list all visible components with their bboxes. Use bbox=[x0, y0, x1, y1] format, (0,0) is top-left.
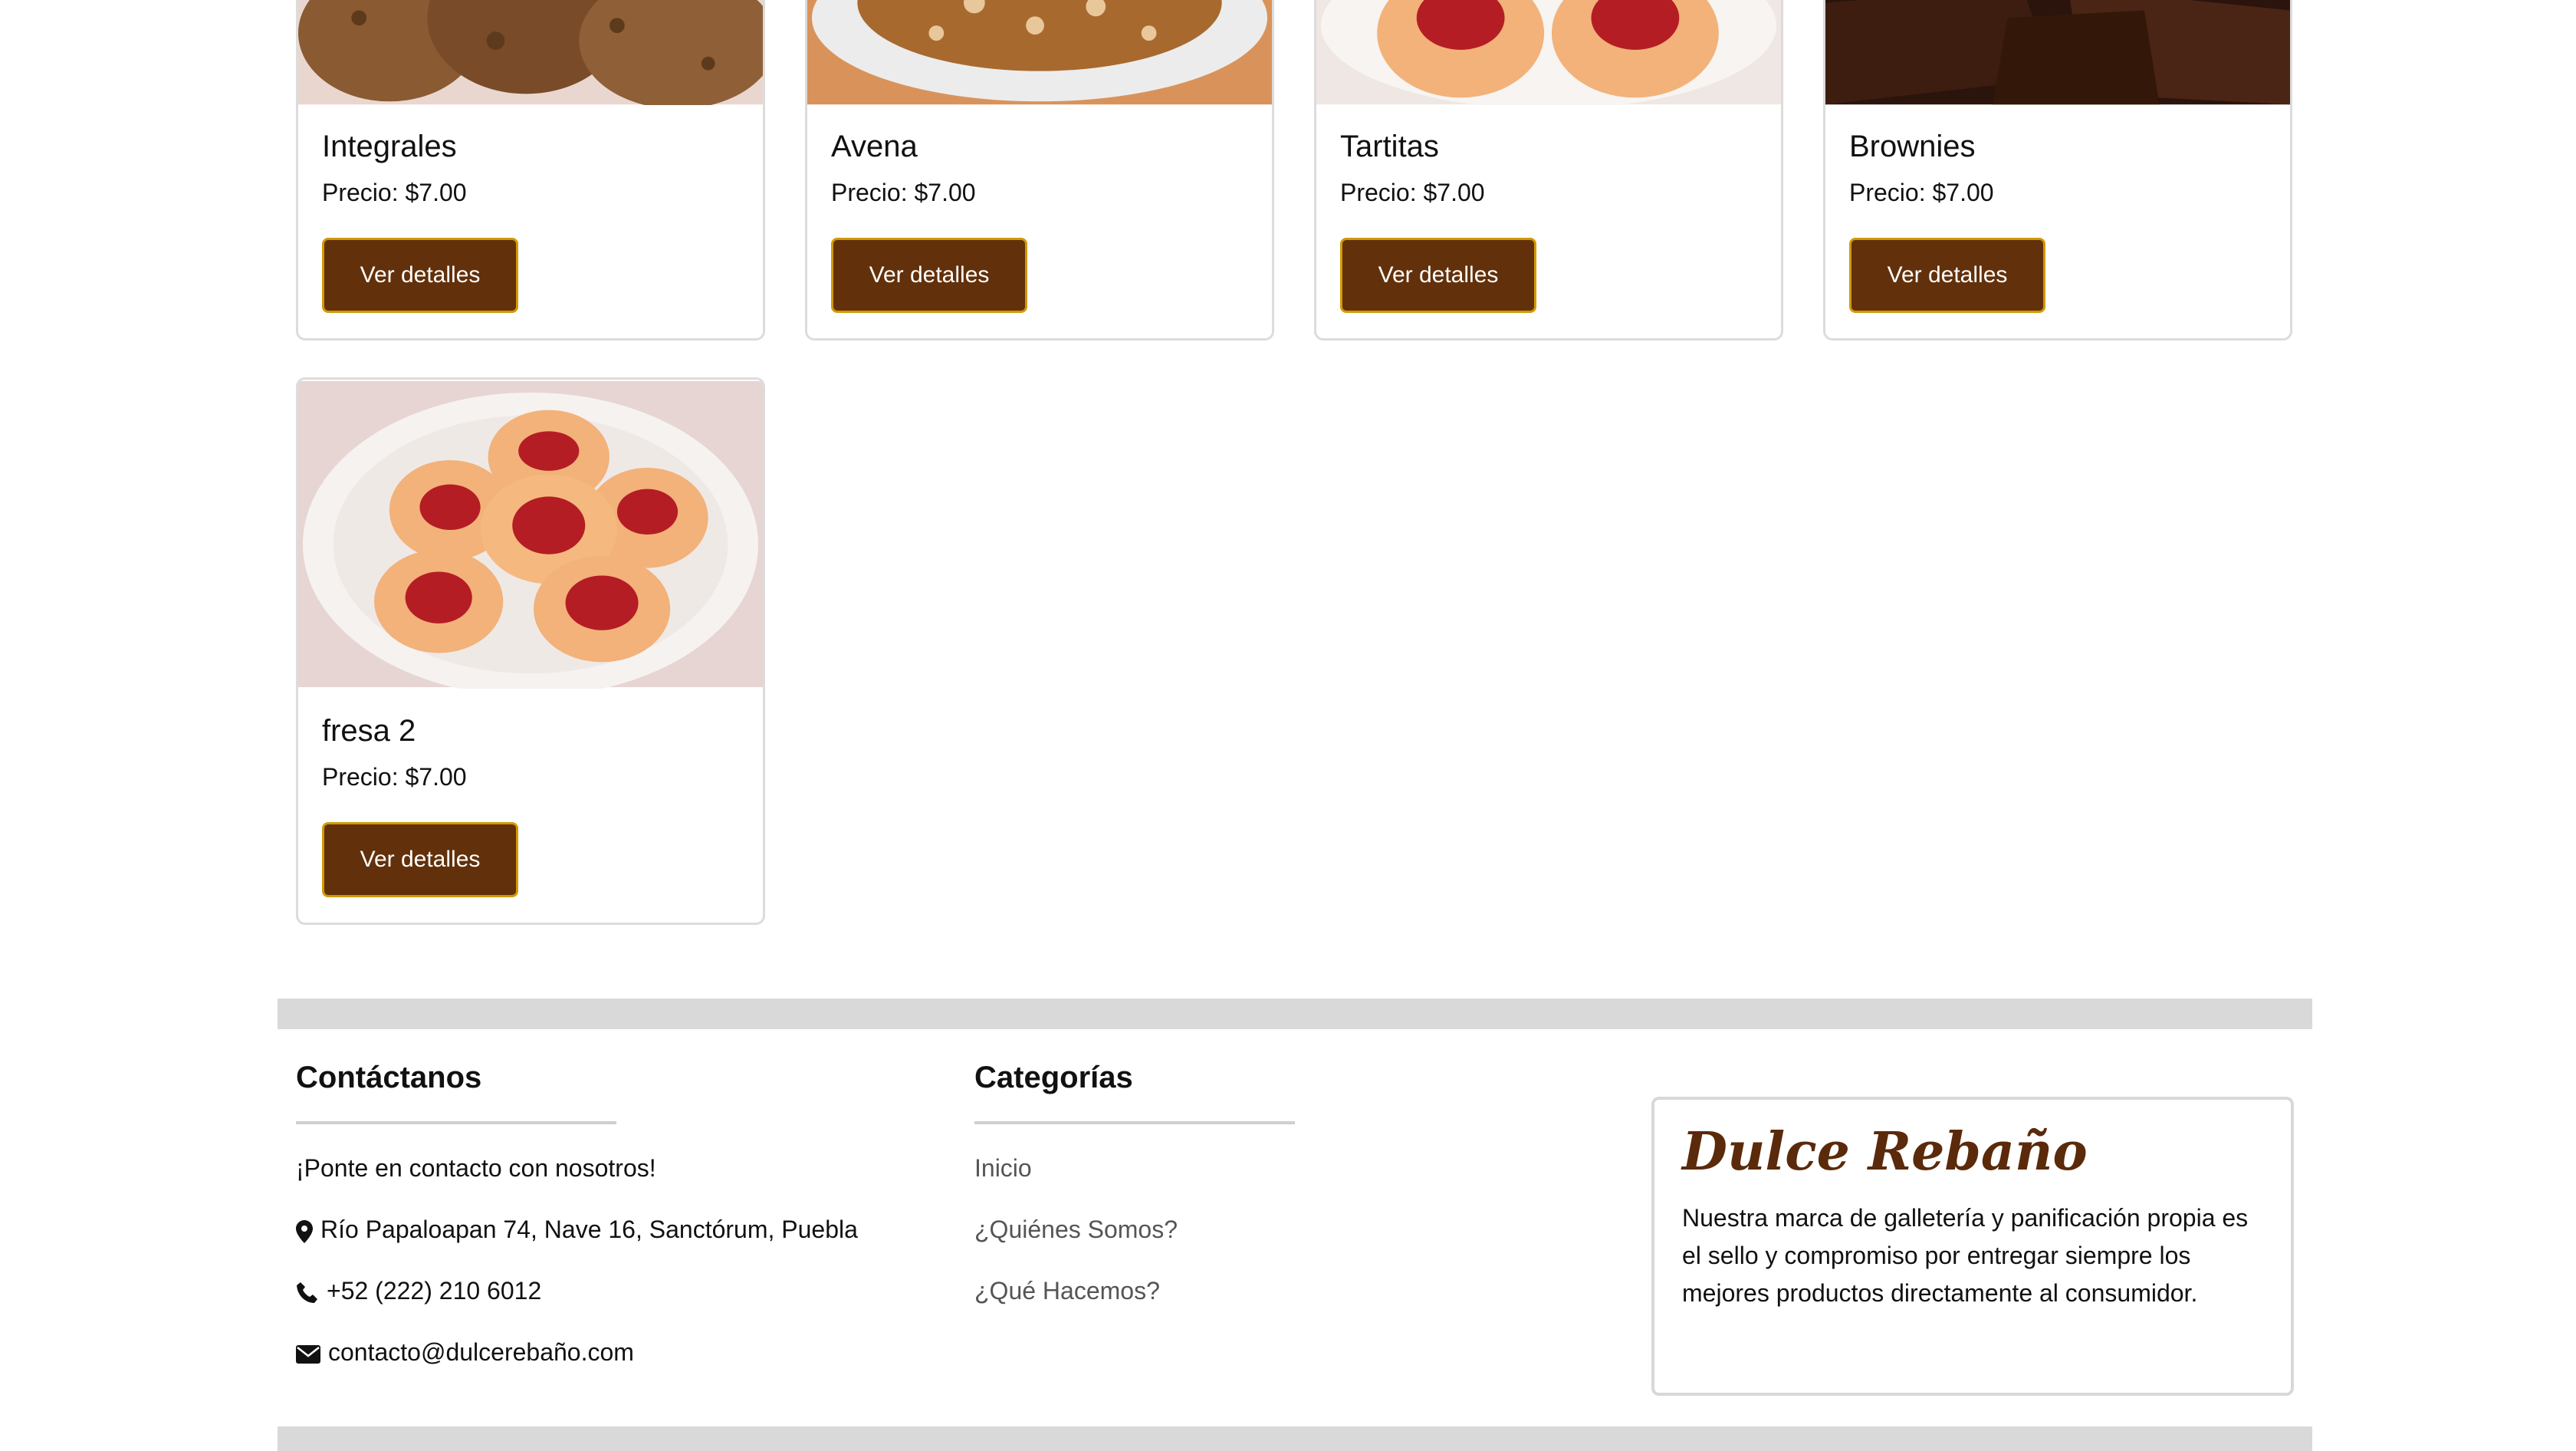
product-title: fresa 2 bbox=[322, 714, 416, 748]
link-quienes-somos[interactable]: ¿Quiénes Somos? bbox=[974, 1214, 1178, 1245]
address-text: Río Papaloapan 74, Nave 16, Sanctórum, P… bbox=[320, 1216, 858, 1243]
product-price: Precio: $7.00 bbox=[1340, 179, 1485, 206]
oat-cookies-image bbox=[807, 0, 1272, 105]
contact-heading: Contáctanos bbox=[296, 1061, 482, 1094]
product-card: Tartitas Precio: $7.00 Ver detalles bbox=[1314, 0, 1783, 341]
footer-contact: Contáctanos ¡Ponte en contacto con nosot… bbox=[296, 1058, 909, 1380]
map-marker-icon bbox=[296, 1219, 313, 1243]
footer-categories: Categorías Inicio ¿Quiénes Somos? ¿Qué H… bbox=[974, 1058, 1434, 1319]
email-text[interactable]: contacto@dulcerebaño.com bbox=[328, 1338, 634, 1366]
footer-top-bar bbox=[278, 999, 2312, 1029]
contact-intro: ¡Ponte en contacto con nosotros! bbox=[296, 1154, 656, 1182]
brand-name: Dulce Rebaño bbox=[1682, 1121, 2088, 1183]
brand-description: Nuestra marca de galletería y panificaci… bbox=[1682, 1204, 2249, 1307]
product-card: fresa 2 Precio: $7.00 Ver detalles bbox=[296, 377, 765, 925]
categories-divider bbox=[974, 1121, 1295, 1124]
brand-box: Dulce Rebaño Nuestra marca de galletería… bbox=[1651, 1097, 2294, 1396]
product-title: Brownies bbox=[1849, 130, 1976, 163]
page: Integrales Precio: $7.00 Ver detalles Av… bbox=[0, 0, 2576, 1451]
link-que-hacemos[interactable]: ¿Qué Hacemos? bbox=[974, 1275, 1160, 1306]
footer-bottom-bar bbox=[278, 1426, 2312, 1451]
view-details-button[interactable]: Ver detalles bbox=[1849, 238, 2045, 313]
product-price: Precio: $7.00 bbox=[322, 763, 467, 791]
contact-phone: +52 (222) 210 6012 bbox=[296, 1275, 541, 1306]
categories-heading: Categorías bbox=[974, 1061, 1133, 1094]
brownies-image bbox=[1825, 0, 2290, 105]
product-title: Integrales bbox=[322, 130, 457, 163]
product-price: Precio: $7.00 bbox=[322, 179, 467, 206]
product-card: Integrales Precio: $7.00 Ver detalles bbox=[296, 0, 765, 341]
jam-tart-cookies-image bbox=[1316, 0, 1781, 105]
integral-cookies-image bbox=[298, 0, 763, 105]
product-card: Brownies Precio: $7.00 Ver detalles bbox=[1823, 0, 2292, 341]
contact-divider bbox=[296, 1121, 616, 1124]
product-title: Tartitas bbox=[1340, 130, 1439, 163]
product-price: Precio: $7.00 bbox=[831, 179, 976, 206]
strawberry-cookies-image bbox=[298, 380, 763, 689]
contact-email: contacto@dulcerebaño.com bbox=[296, 1337, 634, 1367]
view-details-button[interactable]: Ver detalles bbox=[1340, 238, 1536, 313]
link-inicio[interactable]: Inicio bbox=[974, 1153, 1032, 1183]
view-details-button[interactable]: Ver detalles bbox=[831, 238, 1027, 313]
phone-icon bbox=[297, 1282, 317, 1303]
product-price: Precio: $7.00 bbox=[1849, 179, 1994, 206]
view-details-button[interactable]: Ver detalles bbox=[322, 238, 518, 313]
product-card: Avena Precio: $7.00 Ver detalles bbox=[805, 0, 1274, 341]
product-title: Avena bbox=[831, 130, 918, 163]
view-details-button[interactable]: Ver detalles bbox=[322, 822, 518, 897]
phone-text: +52 (222) 210 6012 bbox=[327, 1277, 542, 1305]
envelope-icon bbox=[296, 1344, 320, 1364]
contact-address: Río Papaloapan 74, Nave 16, Sanctórum, P… bbox=[296, 1214, 858, 1245]
